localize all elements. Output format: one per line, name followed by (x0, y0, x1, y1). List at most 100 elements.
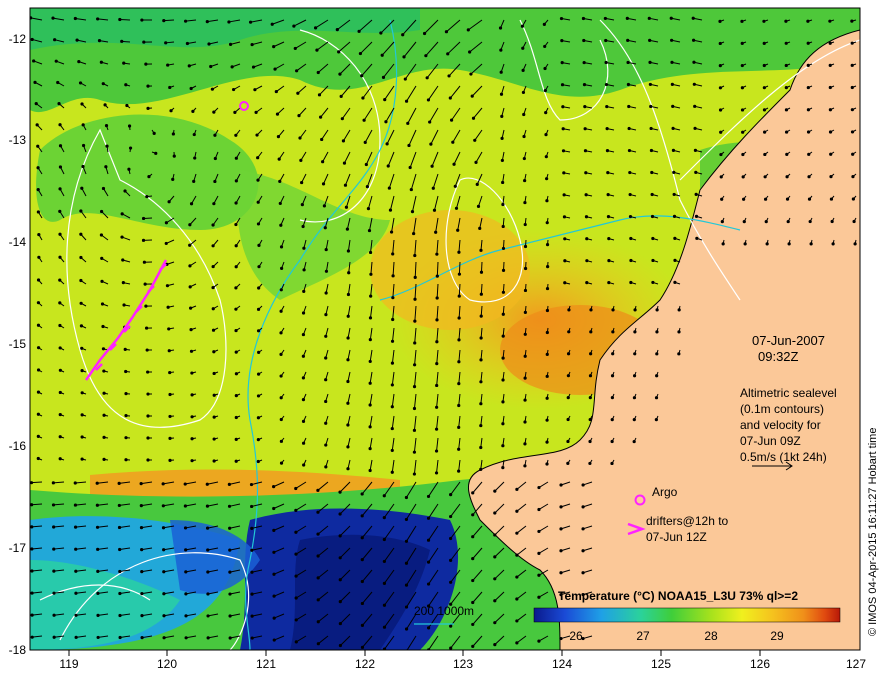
velocity-arrow-head (279, 461, 284, 465)
velocity-arrow-head (444, 30, 449, 34)
velocity-arrow-head (742, 220, 746, 224)
velocity-arrow-head (583, 105, 587, 109)
velocity-arrow-head (272, 638, 276, 642)
velocity-arrow-head (36, 368, 41, 372)
velocity-arrow-head (588, 417, 592, 422)
velocity-arrow-head (213, 133, 217, 137)
velocity-arrow-head (523, 244, 528, 249)
velocity-arrow-head (234, 265, 238, 269)
velocity-arrow-head (162, 592, 166, 596)
velocity-arrow-head (611, 352, 615, 356)
velocity-arrow-head (124, 414, 128, 418)
velocity-arrow-head (234, 133, 238, 137)
velocity-arrow-head (807, 152, 811, 156)
velocity-arrow-head (205, 482, 209, 486)
velocity-arrow-head (102, 457, 106, 461)
velocity-arrow-head (36, 390, 41, 394)
velocity-arrow-head (162, 19, 166, 23)
velocity-arrow-head (338, 621, 342, 626)
velocity-arrow-head (515, 531, 519, 535)
velocity-arrow-head (212, 393, 216, 397)
velocity-arrow-head (559, 16, 564, 21)
velocity-arrow-head (58, 165, 63, 169)
velocity-arrow-head (33, 80, 37, 84)
velocity-arrow-head (720, 197, 724, 201)
velocity-arrow-head (96, 591, 100, 595)
velocity-arrow-head (501, 466, 505, 470)
velocity-arrow-head (561, 127, 565, 131)
velocity-arrow-head (368, 468, 372, 473)
velocity-arrow-head (628, 192, 632, 197)
velocity-arrow-head (470, 94, 474, 98)
velocity-arrow-head (382, 494, 386, 498)
velocity-arrow-head (184, 636, 188, 640)
velocity-arrow-head (589, 330, 593, 334)
lon-axis: 119 120 121 122 123 124 125 126 127 (59, 650, 866, 671)
velocity-arrow-head (193, 156, 197, 160)
velocity-arrow-head (346, 401, 350, 405)
velocity-arrow-head (559, 571, 563, 575)
velocity-arrow-head (324, 443, 328, 447)
velocity-arrow-head (227, 482, 231, 487)
velocity-arrow-head (493, 643, 497, 647)
velocity-arrow-head (142, 40, 146, 44)
velocity-arrow-head (277, 157, 281, 161)
velocity-arrow-head (449, 580, 453, 584)
velocity-arrow-head (100, 302, 105, 306)
velocity-arrow-head (360, 579, 364, 584)
velocity-arrow-head (189, 328, 193, 332)
velocity-arrow-head (145, 194, 149, 199)
velocity-arrow-head (381, 75, 386, 80)
colorbar-tick: 29 (770, 629, 784, 643)
velocity-arrow-head (493, 489, 497, 493)
velocity-arrow-head (127, 167, 131, 171)
velocity-arrow-head (154, 151, 158, 155)
velocity-arrow-head (234, 394, 238, 398)
velocity-arrow-head (607, 258, 611, 263)
velocity-arrow-head (561, 105, 565, 109)
velocity-arrow (458, 261, 461, 275)
velocity-arrow-head (184, 614, 188, 618)
velocity-arrow-head (206, 614, 210, 618)
velocity-arrow-head (256, 307, 261, 311)
velocity-arrow-head (234, 350, 238, 354)
velocity-arrow-head (302, 246, 306, 250)
velocity-arrow-head (161, 526, 166, 530)
velocity-arrow-head (479, 248, 483, 252)
lon-tick: 123 (453, 657, 473, 671)
velocity-arrow-head (36, 166, 40, 170)
velocity-arrow-head (316, 598, 320, 602)
velocity-arrow-head (379, 31, 383, 35)
velocity-arrow-head (256, 222, 261, 226)
velocity-arrow-head (256, 329, 261, 333)
velocity-arrow-head (279, 223, 283, 227)
velocity-arrow-head (146, 458, 150, 462)
velocity-arrow-head (96, 569, 100, 573)
velocity-arrow-head (537, 551, 541, 555)
velocity-arrow-head (324, 313, 328, 317)
velocity-arrow-head (581, 483, 585, 487)
velocity-arrow-head (610, 439, 614, 444)
velocity-arrow-head (479, 467, 483, 471)
velocity-arrow-head (139, 526, 144, 530)
velocity-arrow-head (122, 303, 126, 307)
velocity-arrow-head (368, 359, 372, 364)
velocity-arrow-head (566, 461, 570, 465)
velocity-arrow-head (168, 85, 172, 90)
velocity-arrow-head (256, 178, 260, 182)
velocity-arrow-head (851, 152, 855, 156)
velocity-arrow-head (95, 525, 100, 529)
velocity-arrow-head (364, 162, 368, 167)
velocity-arrow-head (343, 183, 348, 187)
velocity-arrow-head (368, 403, 372, 407)
velocity-arrow-head (96, 635, 100, 640)
velocity-arrow-head (677, 308, 681, 312)
velocity-arrow-head (274, 89, 278, 94)
velocity-arrow-head (468, 50, 472, 54)
velocity-arrow-head (741, 130, 745, 134)
velocity-arrow-head (566, 439, 570, 444)
velocity-arrow-head (52, 591, 56, 595)
velocity-arrow-head (189, 306, 193, 310)
velocity-arrow-head (390, 339, 395, 343)
velocity-arrow-head (457, 338, 461, 342)
